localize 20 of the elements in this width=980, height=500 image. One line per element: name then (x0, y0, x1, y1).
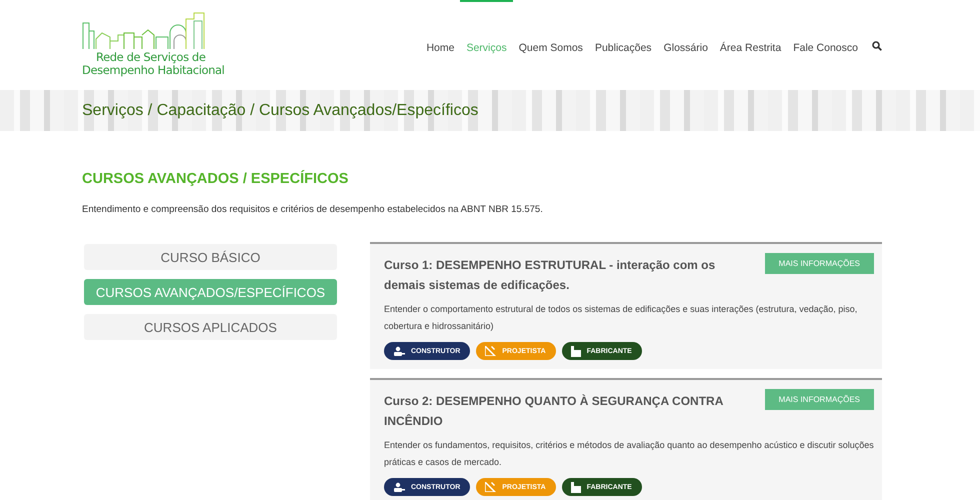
logo-text: Rede de Serviços de (96, 51, 206, 64)
nav-link[interactable]: Glossário (658, 0, 714, 50)
worker-icon (393, 346, 405, 356)
course-description: Entender o comportamento estrutural de todos os sistemas de edificações e suas interações (estrutura, vedação, piso, cobertura e hidrossanitário) (384, 303, 858, 333)
category-button[interactable]: CURSO BÁSICO (84, 244, 337, 270)
course-title: Curso 1: DESEMPENHO ESTRUTURAL - interação com os demais sistemas de edificações. (384, 257, 716, 294)
factory-icon (570, 482, 581, 492)
category-button[interactable]: CURSOS APLICADOS (84, 314, 337, 340)
breadcrumb: Serviços / Capacitação / Cursos Avançados/Específicos (82, 102, 478, 120)
course-description: Entender os fundamentos, requisitos, critérios e métodos de avaliação quanto ao desempenho acústico e discutir soluções práticas e casos de mercado. (384, 439, 874, 469)
nav-link[interactable]: Fale Conosco (787, 0, 864, 50)
factory-icon (570, 346, 581, 356)
logo-text: Desempenho Habitacional (82, 64, 224, 77)
course-title: Curso 2: DESEMPENHO QUANTO À SEGURANÇA CONTRA INCÊNDIO (384, 393, 724, 430)
nav-link[interactable]: Home (420, 0, 460, 50)
intro-text: Entendimento e compreensão dos requisitos e critérios de desempenho estabelecidos na ABNT NBR 15.575. (82, 204, 544, 215)
worker-icon (393, 482, 405, 492)
section-heading: CURSOS AVANÇADOS / ESPECÍFICOS (82, 171, 350, 187)
nav-link[interactable]: Área Restrita (714, 0, 788, 50)
search-icon[interactable] (872, 41, 882, 51)
